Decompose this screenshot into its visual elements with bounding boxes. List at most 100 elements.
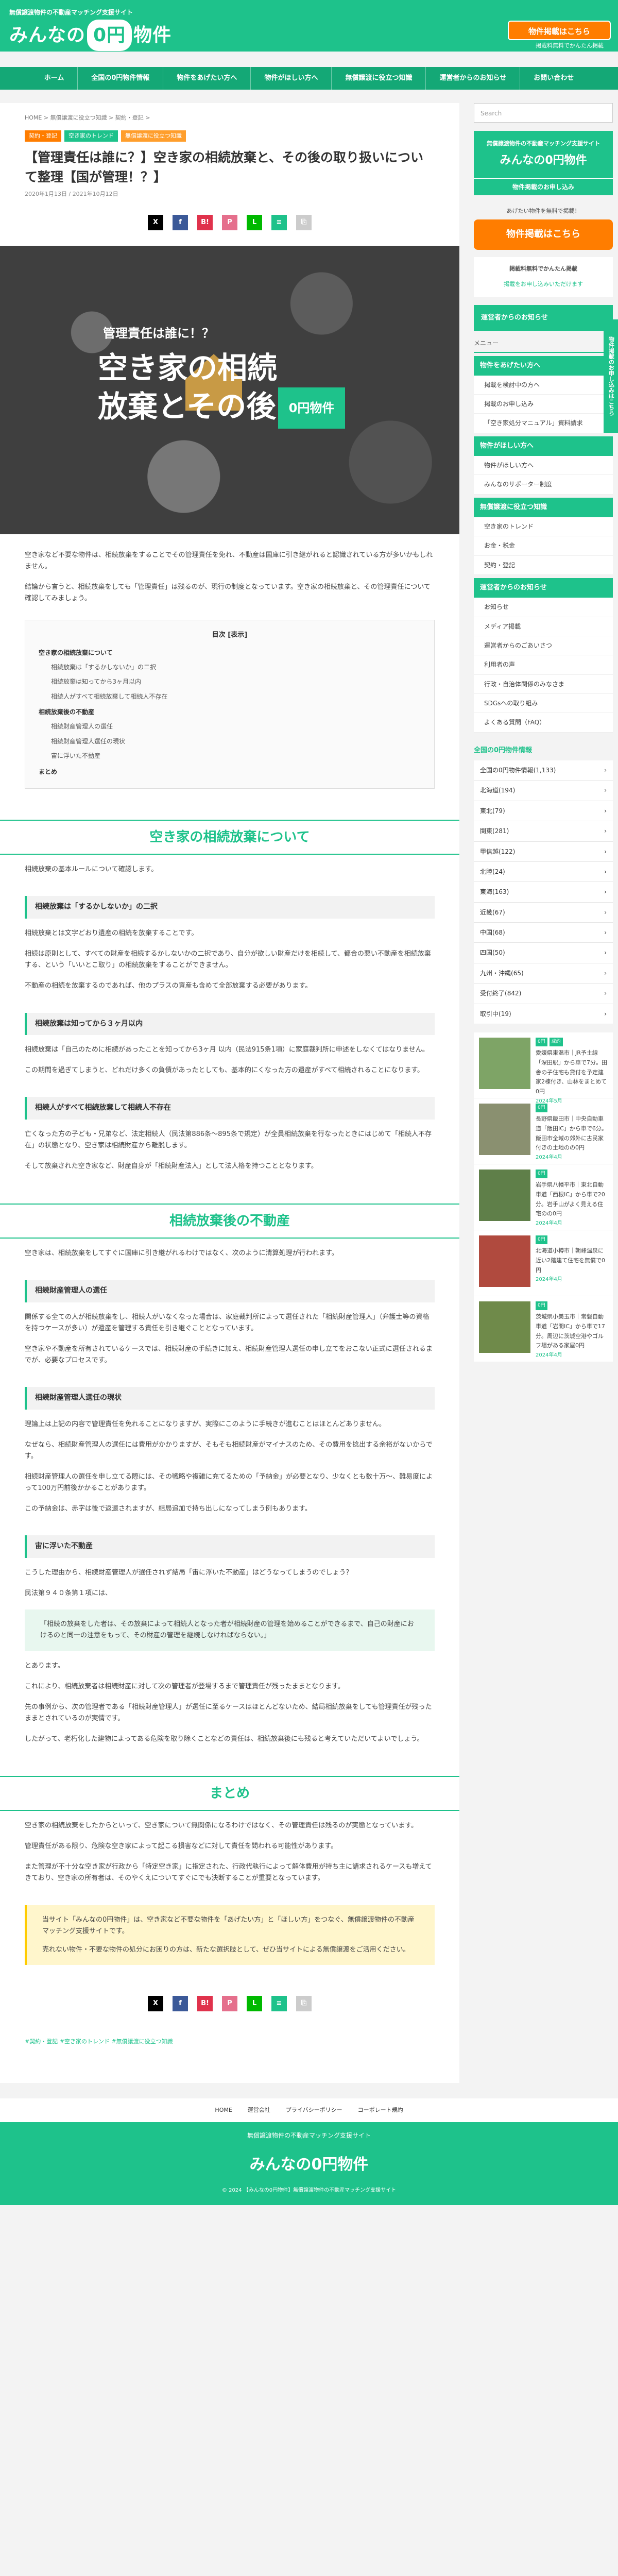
region-item[interactable]: 四国(50) ›: [474, 943, 613, 963]
property-card[interactable]: 0円 北海道小樽市｜朝峰温泉に近い2階建て住宅を無償で0円 2024年4月: [474, 1230, 613, 1297]
region-item[interactable]: 取引中(19) ›: [474, 1004, 613, 1025]
article-tag-links[interactable]: #契約・登記 #空き家のトレンド #無償譲渡に役立つ知識: [0, 2027, 459, 2057]
nav-item[interactable]: 物件がほしい方へ: [251, 67, 332, 90]
menu-group-heading[interactable]: 物件をあげたい方へ: [474, 355, 613, 376]
toc-subitem[interactable]: 相続放棄は「するかしないか」の二択: [39, 662, 421, 672]
region-item[interactable]: 関東(281) ›: [474, 821, 613, 842]
site-logo[interactable]: みんなの 0円 物件: [9, 20, 171, 52]
property-title[interactable]: 岩手県八幡平市｜東北自動車道「西根IC」から車で20分。岩手山がよく見える住宅の…: [536, 1180, 608, 1219]
toc-subitem[interactable]: 相続放棄は知ってから3ヶ月以内: [39, 676, 421, 687]
menu-group-heading[interactable]: 物件がほしい方へ: [474, 436, 613, 456]
region-item[interactable]: 北海道(194) ›: [474, 781, 613, 801]
property-tag: 成約: [549, 1038, 563, 1047]
region-item[interactable]: 中国(68) ›: [474, 923, 613, 943]
property-card[interactable]: 0円 成約 愛媛県東温市｜JR予土線「深田駅」から車で7分。田舎の子住宅も貸付を予定…: [474, 1032, 613, 1104]
share-button[interactable]: P: [222, 1995, 237, 2011]
share-button[interactable]: ⎘: [296, 1995, 312, 2011]
share-button[interactable]: L: [247, 1995, 262, 2011]
menu-item[interactable]: 契約・登記: [474, 555, 613, 575]
sidebar-banner[interactable]: 無償譲渡物件の不動産マッチング支援サイト みんなの0円物件: [474, 131, 613, 179]
property-title[interactable]: 愛媛県東温市｜JR予土線「深田駅」から車で7分。田舎の子住宅も貸付を予定建家2棟…: [536, 1048, 608, 1096]
menu-item[interactable]: 運営者からのごあいさつ: [474, 636, 613, 656]
nav-item[interactable]: 無償譲渡に役立つ知識: [332, 67, 426, 90]
toc-item[interactable]: まとめ: [39, 767, 421, 777]
category-tag[interactable]: 契約・登記: [25, 130, 61, 142]
toc-subitem[interactable]: 宙に浮いた不動産: [39, 751, 421, 761]
share-button[interactable]: X: [148, 1995, 163, 2011]
toc-subitem[interactable]: 相続財産管理人選任の現状: [39, 736, 421, 747]
toc-subitem[interactable]: 相続人がすべて相続放棄して相続人不存在: [39, 691, 421, 702]
menu-item[interactable]: 空き家のトレンド: [474, 517, 613, 537]
menu-item[interactable]: お金・税金: [474, 536, 613, 556]
footer-link[interactable]: 運営会社: [248, 2106, 270, 2115]
menu-item[interactable]: 物件がほしい方へ: [474, 455, 613, 476]
region-name: 東北: [480, 807, 493, 815]
toc-item[interactable]: 空き家の相続放棄について: [39, 648, 421, 658]
property-title[interactable]: 茨城県小美玉市｜常磐自動車道「岩間IC」から車で17分。周辺に茨城空港やゴルフ場…: [536, 1312, 608, 1351]
footer-link[interactable]: HOME: [215, 2106, 232, 2115]
menu-item[interactable]: SDGsへの取り組み: [474, 694, 613, 714]
property-info: 0円 成約 愛媛県東温市｜JR予土線「深田駅」から車で7分。田舎の子住宅も貸付を予定…: [536, 1038, 608, 1104]
nav-item[interactable]: ホーム: [31, 67, 78, 90]
region-item[interactable]: 全国の0円物件情報(1,133) ›: [474, 760, 613, 781]
menu-group-heading[interactable]: 無償譲渡に役立つ知識: [474, 497, 613, 517]
menu-item[interactable]: 掲載のお申し込み: [474, 395, 613, 414]
share-button[interactable]: B!: [197, 215, 213, 231]
nav-item[interactable]: お問い合わせ: [520, 67, 587, 90]
share-button[interactable]: B!: [197, 1995, 213, 2011]
property-card[interactable]: 0円 茨城県小美玉市｜常磐自動車道「岩間IC」から車で17分。周辺に茨城空港やゴル…: [474, 1296, 613, 1363]
menu-item[interactable]: 利用者の声: [474, 655, 613, 675]
share-button[interactable]: X: [148, 215, 163, 231]
footer-logo[interactable]: みんなの0円物件: [0, 2151, 618, 2178]
share-button[interactable]: f: [173, 1995, 188, 2011]
menu-item[interactable]: メディア掲載: [474, 617, 613, 636]
toc-item[interactable]: 相続放棄後の不動産: [39, 707, 421, 717]
sidebar-notice[interactable]: 運営者からのお知らせ: [474, 305, 613, 331]
region-item[interactable]: 近畿(67) ›: [474, 902, 613, 923]
property-title[interactable]: 北海道小樽市｜朝峰温泉に近い2階建て住宅を無償で0円: [536, 1246, 608, 1275]
eyecatch-badge: 0円物件: [278, 387, 345, 429]
share-button[interactable]: P: [222, 215, 237, 231]
region-item[interactable]: 九州・沖縄(65) ›: [474, 963, 613, 984]
toc-title[interactable]: 目次 [表示]: [39, 630, 421, 641]
menu-group-heading[interactable]: 運営者からのお知らせ: [474, 578, 613, 598]
category-tag[interactable]: 無償譲渡に役立つ知識: [121, 130, 186, 142]
menu-item[interactable]: 「空き家処分マニュアル」資料請求: [474, 414, 613, 433]
region-count: (163): [492, 888, 509, 896]
menu-item[interactable]: よくある質問（FAQ）: [474, 713, 613, 733]
toc-subitem[interactable]: 相続財産管理人の選任: [39, 721, 421, 732]
property-card[interactable]: 0円 長野県飯田市｜中央自動車道「飯田IC」から車で6分。飯田市全域の郊外に古民家…: [474, 1098, 613, 1165]
breadcrumb[interactable]: HOME > 無償譲渡に役立つ知識 > 契約・登記 >: [0, 113, 459, 123]
region-item[interactable]: 北陸(24) ›: [474, 861, 613, 883]
nav-item[interactable]: 全国の0円物件情報: [78, 67, 164, 90]
floating-apply-tab[interactable]: 物件掲載のお申し込みはこちら: [604, 319, 618, 433]
footer-link[interactable]: コーポレート規約: [358, 2106, 403, 2115]
category-tag[interactable]: 空き家のトレンド: [64, 130, 118, 142]
menu-item[interactable]: みんなのサポーター制度: [474, 475, 613, 495]
region-item[interactable]: 甲信越(122) ›: [474, 841, 613, 862]
nav-item[interactable]: 運営者からのお知らせ: [426, 67, 521, 90]
share-button[interactable]: f: [173, 215, 188, 231]
footer-link[interactable]: プライバシーポリシー: [286, 2106, 342, 2115]
article-title: 【管理責任は誰に？】空き家の相続放棄と、その後の取り扱いについて整理【国が管理！…: [25, 150, 424, 184]
header-cta-button[interactable]: 物件掲載はこちら: [508, 21, 611, 40]
nav-item[interactable]: 物件をあげたい方へ: [163, 67, 251, 90]
search-input[interactable]: Search: [474, 103, 613, 123]
region-name: 北陸: [480, 868, 493, 875]
region-item[interactable]: 東海(163) ›: [474, 882, 613, 903]
sidebar-note-link[interactable]: 掲載をお申し込みいただけます: [476, 277, 611, 293]
share-button[interactable]: L: [247, 215, 262, 231]
share-button[interactable]: ≡: [271, 1995, 287, 2011]
property-card[interactable]: 0円 岩手県八幡平市｜東北自動車道「西根IC」から車で20分。岩手山がよく見える住…: [474, 1164, 613, 1231]
menu-item[interactable]: 行政・自治体関係のみなさま: [474, 674, 613, 694]
share-button[interactable]: ⎘: [296, 215, 312, 231]
property-thumbnail: [479, 1235, 530, 1287]
share-button[interactable]: ≡: [271, 215, 287, 231]
region-item[interactable]: 東北(79) ›: [474, 801, 613, 822]
property-title[interactable]: 長野県飯田市｜中央自動車道「飯田IC」から車で6分。飯田市全域の郊外に古民家付き…: [536, 1114, 608, 1153]
sidebar-cta-button[interactable]: 物件掲載はこちら: [474, 219, 613, 250]
banner-apply-link[interactable]: 物件掲載のお申し込み: [474, 178, 613, 196]
menu-item[interactable]: お知らせ: [474, 598, 613, 617]
menu-item[interactable]: 掲載を検討中の方へ: [474, 375, 613, 395]
region-item[interactable]: 受付終了(842) ›: [474, 984, 613, 1004]
